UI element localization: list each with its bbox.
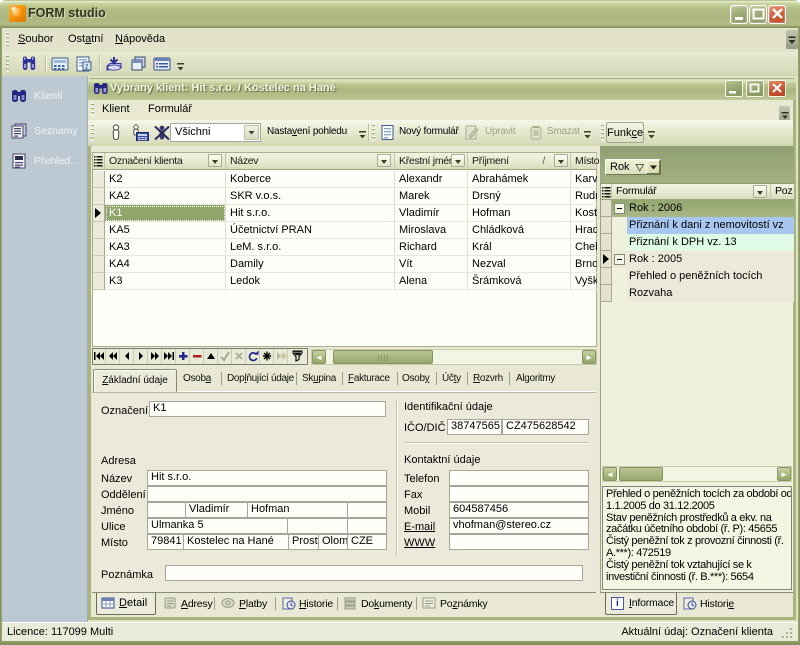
svg-text:z: z	[85, 64, 89, 71]
